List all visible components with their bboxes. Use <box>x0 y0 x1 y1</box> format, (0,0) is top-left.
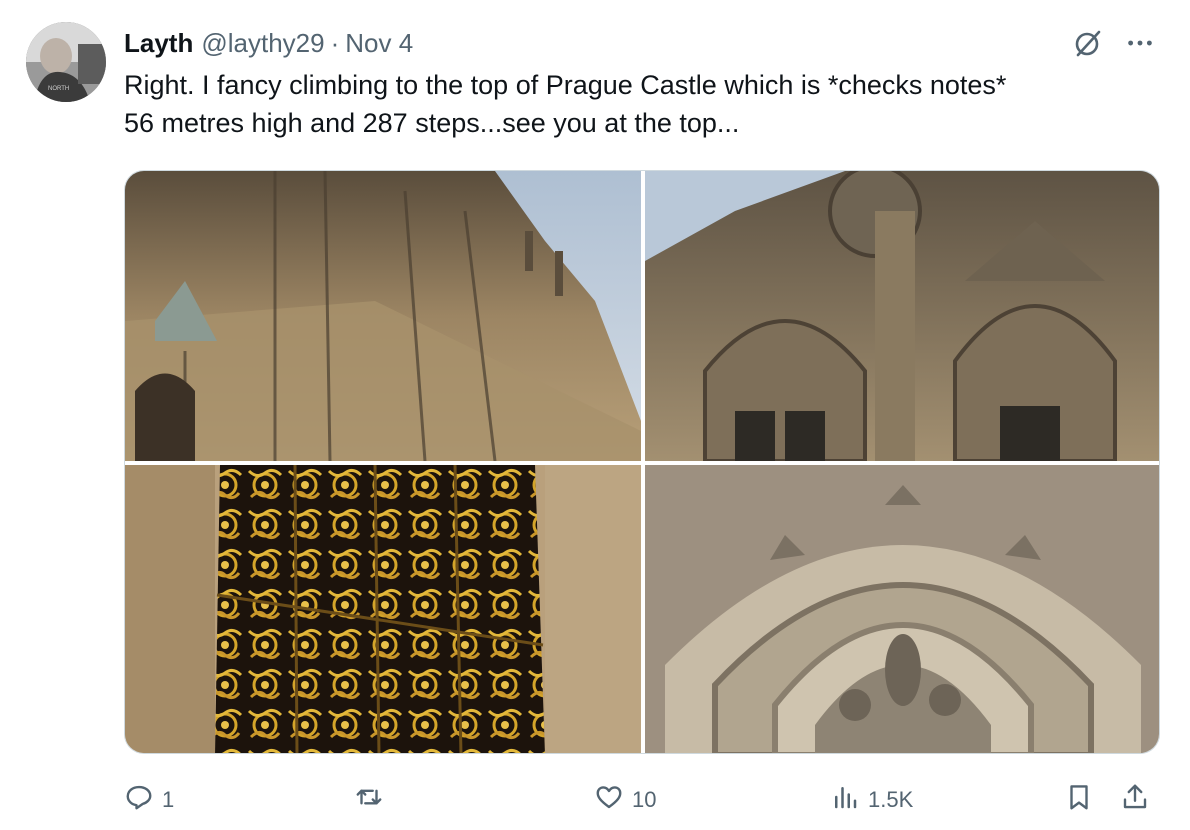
share-icon <box>1120 782 1150 818</box>
media-grid <box>124 170 1160 754</box>
share-button[interactable] <box>1120 778 1150 822</box>
avatar[interactable]: NORTH <box>26 22 106 102</box>
reply-icon <box>124 782 154 818</box>
avatar-photo: NORTH <box>26 22 106 102</box>
separator: · <box>330 27 340 58</box>
tweet-text-line-2: 56 metres high and 287 steps...see you a… <box>124 108 740 138</box>
grok-icon[interactable] <box>1068 26 1108 60</box>
bookmark-button[interactable] <box>1064 778 1094 822</box>
photo-golden-lattice[interactable] <box>125 465 641 753</box>
like-count: 10 <box>632 787 657 812</box>
action-bar: 1 10 1.5K <box>124 778 1164 822</box>
author-handle[interactable]: @laythy29 <box>201 28 324 59</box>
more-icon[interactable] <box>1120 26 1160 60</box>
views-icon <box>830 782 860 818</box>
repost-icon <box>354 782 384 818</box>
repost-button[interactable] <box>354 778 392 822</box>
photo-cathedral-facade[interactable] <box>645 171 1159 461</box>
bookmark-icon <box>1064 782 1094 818</box>
like-icon <box>594 782 624 818</box>
photo-cathedral-tower[interactable] <box>125 171 641 461</box>
svg-text:NORTH: NORTH <box>48 86 69 92</box>
reply-count: 1 <box>162 787 175 812</box>
tweet-header: Layth @laythy29 · Nov 4 <box>124 26 413 60</box>
views-count: 1.5K <box>868 787 914 812</box>
tweet-text: Right. I fancy climbing to the top of Pr… <box>124 66 1164 142</box>
reply-button[interactable]: 1 <box>124 778 174 822</box>
tweet-date[interactable]: Nov 4 <box>345 28 413 59</box>
like-button[interactable]: 10 <box>594 778 656 822</box>
photo-portal-arch[interactable] <box>645 465 1159 753</box>
tweet-text-line-1: Right. I fancy climbing to the top of Pr… <box>124 70 1007 100</box>
views-button[interactable]: 1.5K <box>830 778 913 822</box>
author-name[interactable]: Layth <box>124 28 193 59</box>
